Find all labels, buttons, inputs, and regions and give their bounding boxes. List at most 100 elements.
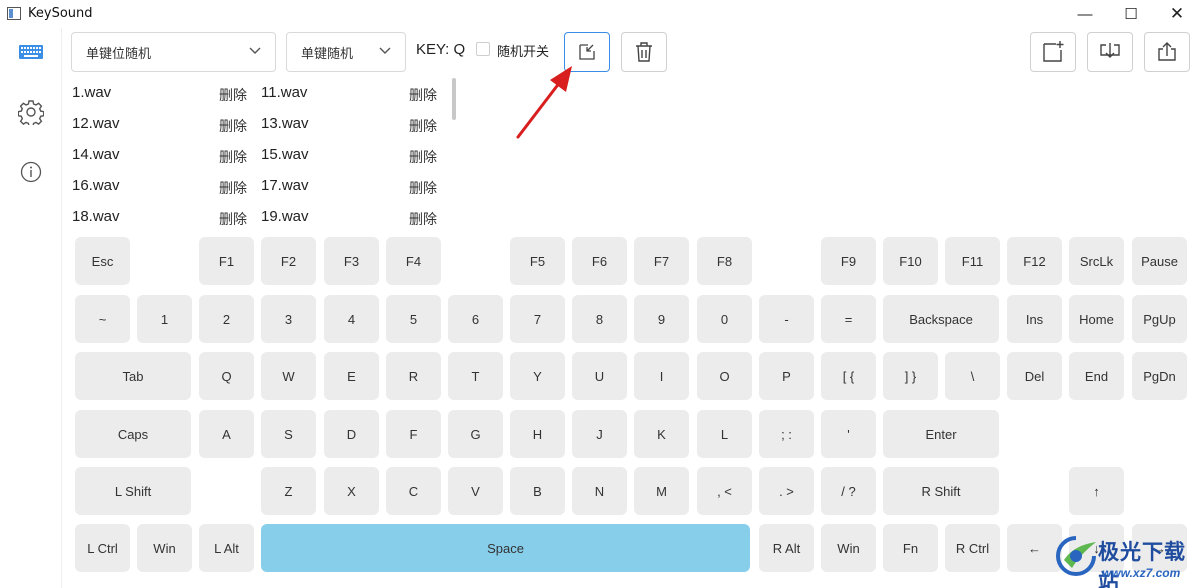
delete-file-button[interactable]: 删除 — [219, 209, 247, 228]
key-a[interactable]: A — [199, 410, 254, 458]
key-x[interactable]: X — [324, 467, 379, 515]
delete-file-button[interactable]: 删除 — [219, 147, 247, 167]
import-sound-button[interactable] — [564, 32, 610, 72]
key-f7[interactable]: F7 — [634, 237, 689, 285]
new-config-button[interactable] — [1030, 32, 1076, 72]
key-b[interactable]: B — [510, 467, 565, 515]
key-q[interactable]: Q — [199, 352, 254, 400]
key-f4[interactable]: F4 — [386, 237, 441, 285]
key-tab[interactable]: Tab — [75, 352, 191, 400]
key-enter[interactable]: Enter — [883, 410, 999, 458]
key-symbol-4-12[interactable]: ↑ — [1069, 467, 1124, 515]
key-symbol-1-0[interactable]: ~ — [75, 295, 130, 343]
key-l-alt[interactable]: L Alt — [199, 524, 254, 572]
export-config-button[interactable] — [1144, 32, 1190, 72]
key-f[interactable]: F — [386, 410, 441, 458]
key-f2[interactable]: F2 — [261, 237, 316, 285]
key-9[interactable]: 9 — [634, 295, 689, 343]
key-h[interactable]: H — [510, 410, 565, 458]
key-e[interactable]: E — [324, 352, 379, 400]
key-r-alt[interactable]: R Alt — [759, 524, 814, 572]
key-r-shift[interactable]: R Shift — [883, 467, 999, 515]
key-symbol-4-9[interactable]: . > — [759, 467, 814, 515]
key-f10[interactable]: F10 — [883, 237, 938, 285]
file-list-scrollbar[interactable] — [452, 78, 456, 120]
key-symbol-2-12[interactable]: ] } — [883, 352, 938, 400]
maximize-button[interactable]: ☐ — [1108, 0, 1154, 28]
key-r[interactable]: R — [386, 352, 441, 400]
sidebar-item-about[interactable] — [17, 158, 45, 186]
delete-file-button[interactable]: 删除 — [409, 85, 437, 105]
delete-file-button[interactable]: 删除 — [409, 116, 437, 136]
key-symbol-3-10[interactable]: ; : — [759, 410, 814, 458]
key-l-shift[interactable]: L Shift — [75, 467, 191, 515]
key-4[interactable]: 4 — [324, 295, 379, 343]
key-k[interactable]: K — [634, 410, 689, 458]
key-l-ctrl[interactable]: L Ctrl — [75, 524, 130, 572]
key-win[interactable]: Win — [137, 524, 192, 572]
key-f9[interactable]: F9 — [821, 237, 876, 285]
key-srclk[interactable]: SrcLk — [1069, 237, 1124, 285]
key-d[interactable]: D — [324, 410, 379, 458]
key-t[interactable]: T — [448, 352, 503, 400]
delete-file-button[interactable]: 删除 — [409, 178, 437, 198]
key-n[interactable]: N — [572, 467, 627, 515]
delete-file-button[interactable]: 删除 — [219, 116, 247, 136]
key-pgdn[interactable]: PgDn — [1132, 352, 1187, 400]
key-l[interactable]: L — [697, 410, 752, 458]
delete-file-button[interactable]: 删除 — [219, 178, 247, 198]
key-j[interactable]: J — [572, 410, 627, 458]
key-v[interactable]: V — [448, 467, 503, 515]
key-5[interactable]: 5 — [386, 295, 441, 343]
key-f6[interactable]: F6 — [572, 237, 627, 285]
key-z[interactable]: Z — [261, 467, 316, 515]
key-pgup[interactable]: PgUp — [1132, 295, 1187, 343]
key-f12[interactable]: F12 — [1007, 237, 1062, 285]
key-symbol-1-11[interactable]: - — [759, 295, 814, 343]
key-f11[interactable]: F11 — [945, 237, 1000, 285]
minimize-button[interactable]: — — [1062, 0, 1108, 28]
key-f5[interactable]: F5 — [510, 237, 565, 285]
key-fn[interactable]: Fn — [883, 524, 938, 572]
key-symbol-4-10[interactable]: / ? — [821, 467, 876, 515]
key-w[interactable]: W — [261, 352, 316, 400]
key-o[interactable]: O — [697, 352, 752, 400]
key-symbol-2-11[interactable]: [ { — [821, 352, 876, 400]
delete-file-button[interactable]: 删除 — [219, 85, 247, 105]
key-backspace[interactable]: Backspace — [883, 295, 999, 343]
key-symbol-4-8[interactable]: , < — [697, 467, 752, 515]
key-win[interactable]: Win — [821, 524, 876, 572]
key-r-ctrl[interactable]: R Ctrl — [945, 524, 1000, 572]
close-button[interactable]: ✕ — [1154, 0, 1200, 28]
delete-file-button[interactable]: 删除 — [409, 209, 437, 228]
key-g[interactable]: G — [448, 410, 503, 458]
delete-all-button[interactable] — [621, 32, 667, 72]
key-y[interactable]: Y — [510, 352, 565, 400]
key-symbol-2-13[interactable]: \ — [945, 352, 1000, 400]
key-f3[interactable]: F3 — [324, 237, 379, 285]
key-space[interactable]: Space — [261, 524, 750, 572]
key-c[interactable]: C — [386, 467, 441, 515]
key-del[interactable]: Del — [1007, 352, 1062, 400]
key-1[interactable]: 1 — [137, 295, 192, 343]
key-u[interactable]: U — [572, 352, 627, 400]
key-ins[interactable]: Ins — [1007, 295, 1062, 343]
key-home[interactable]: Home — [1069, 295, 1124, 343]
key-i[interactable]: I — [634, 352, 689, 400]
sidebar-item-settings[interactable] — [17, 98, 45, 126]
key-2[interactable]: 2 — [199, 295, 254, 343]
import-config-button[interactable] — [1087, 32, 1133, 72]
key-f1[interactable]: F1 — [199, 237, 254, 285]
random-toggle-checkbox[interactable] — [476, 42, 490, 56]
key-f8[interactable]: F8 — [697, 237, 752, 285]
key-p[interactable]: P — [759, 352, 814, 400]
key-symbol-1-12[interactable]: = — [821, 295, 876, 343]
key-3[interactable]: 3 — [261, 295, 316, 343]
key-0[interactable]: 0 — [697, 295, 752, 343]
key-6[interactable]: 6 — [448, 295, 503, 343]
key-m[interactable]: M — [634, 467, 689, 515]
key-symbol-3-11[interactable]: ' — [821, 410, 876, 458]
key-esc[interactable]: Esc — [75, 237, 130, 285]
key-end[interactable]: End — [1069, 352, 1124, 400]
key-s[interactable]: S — [261, 410, 316, 458]
